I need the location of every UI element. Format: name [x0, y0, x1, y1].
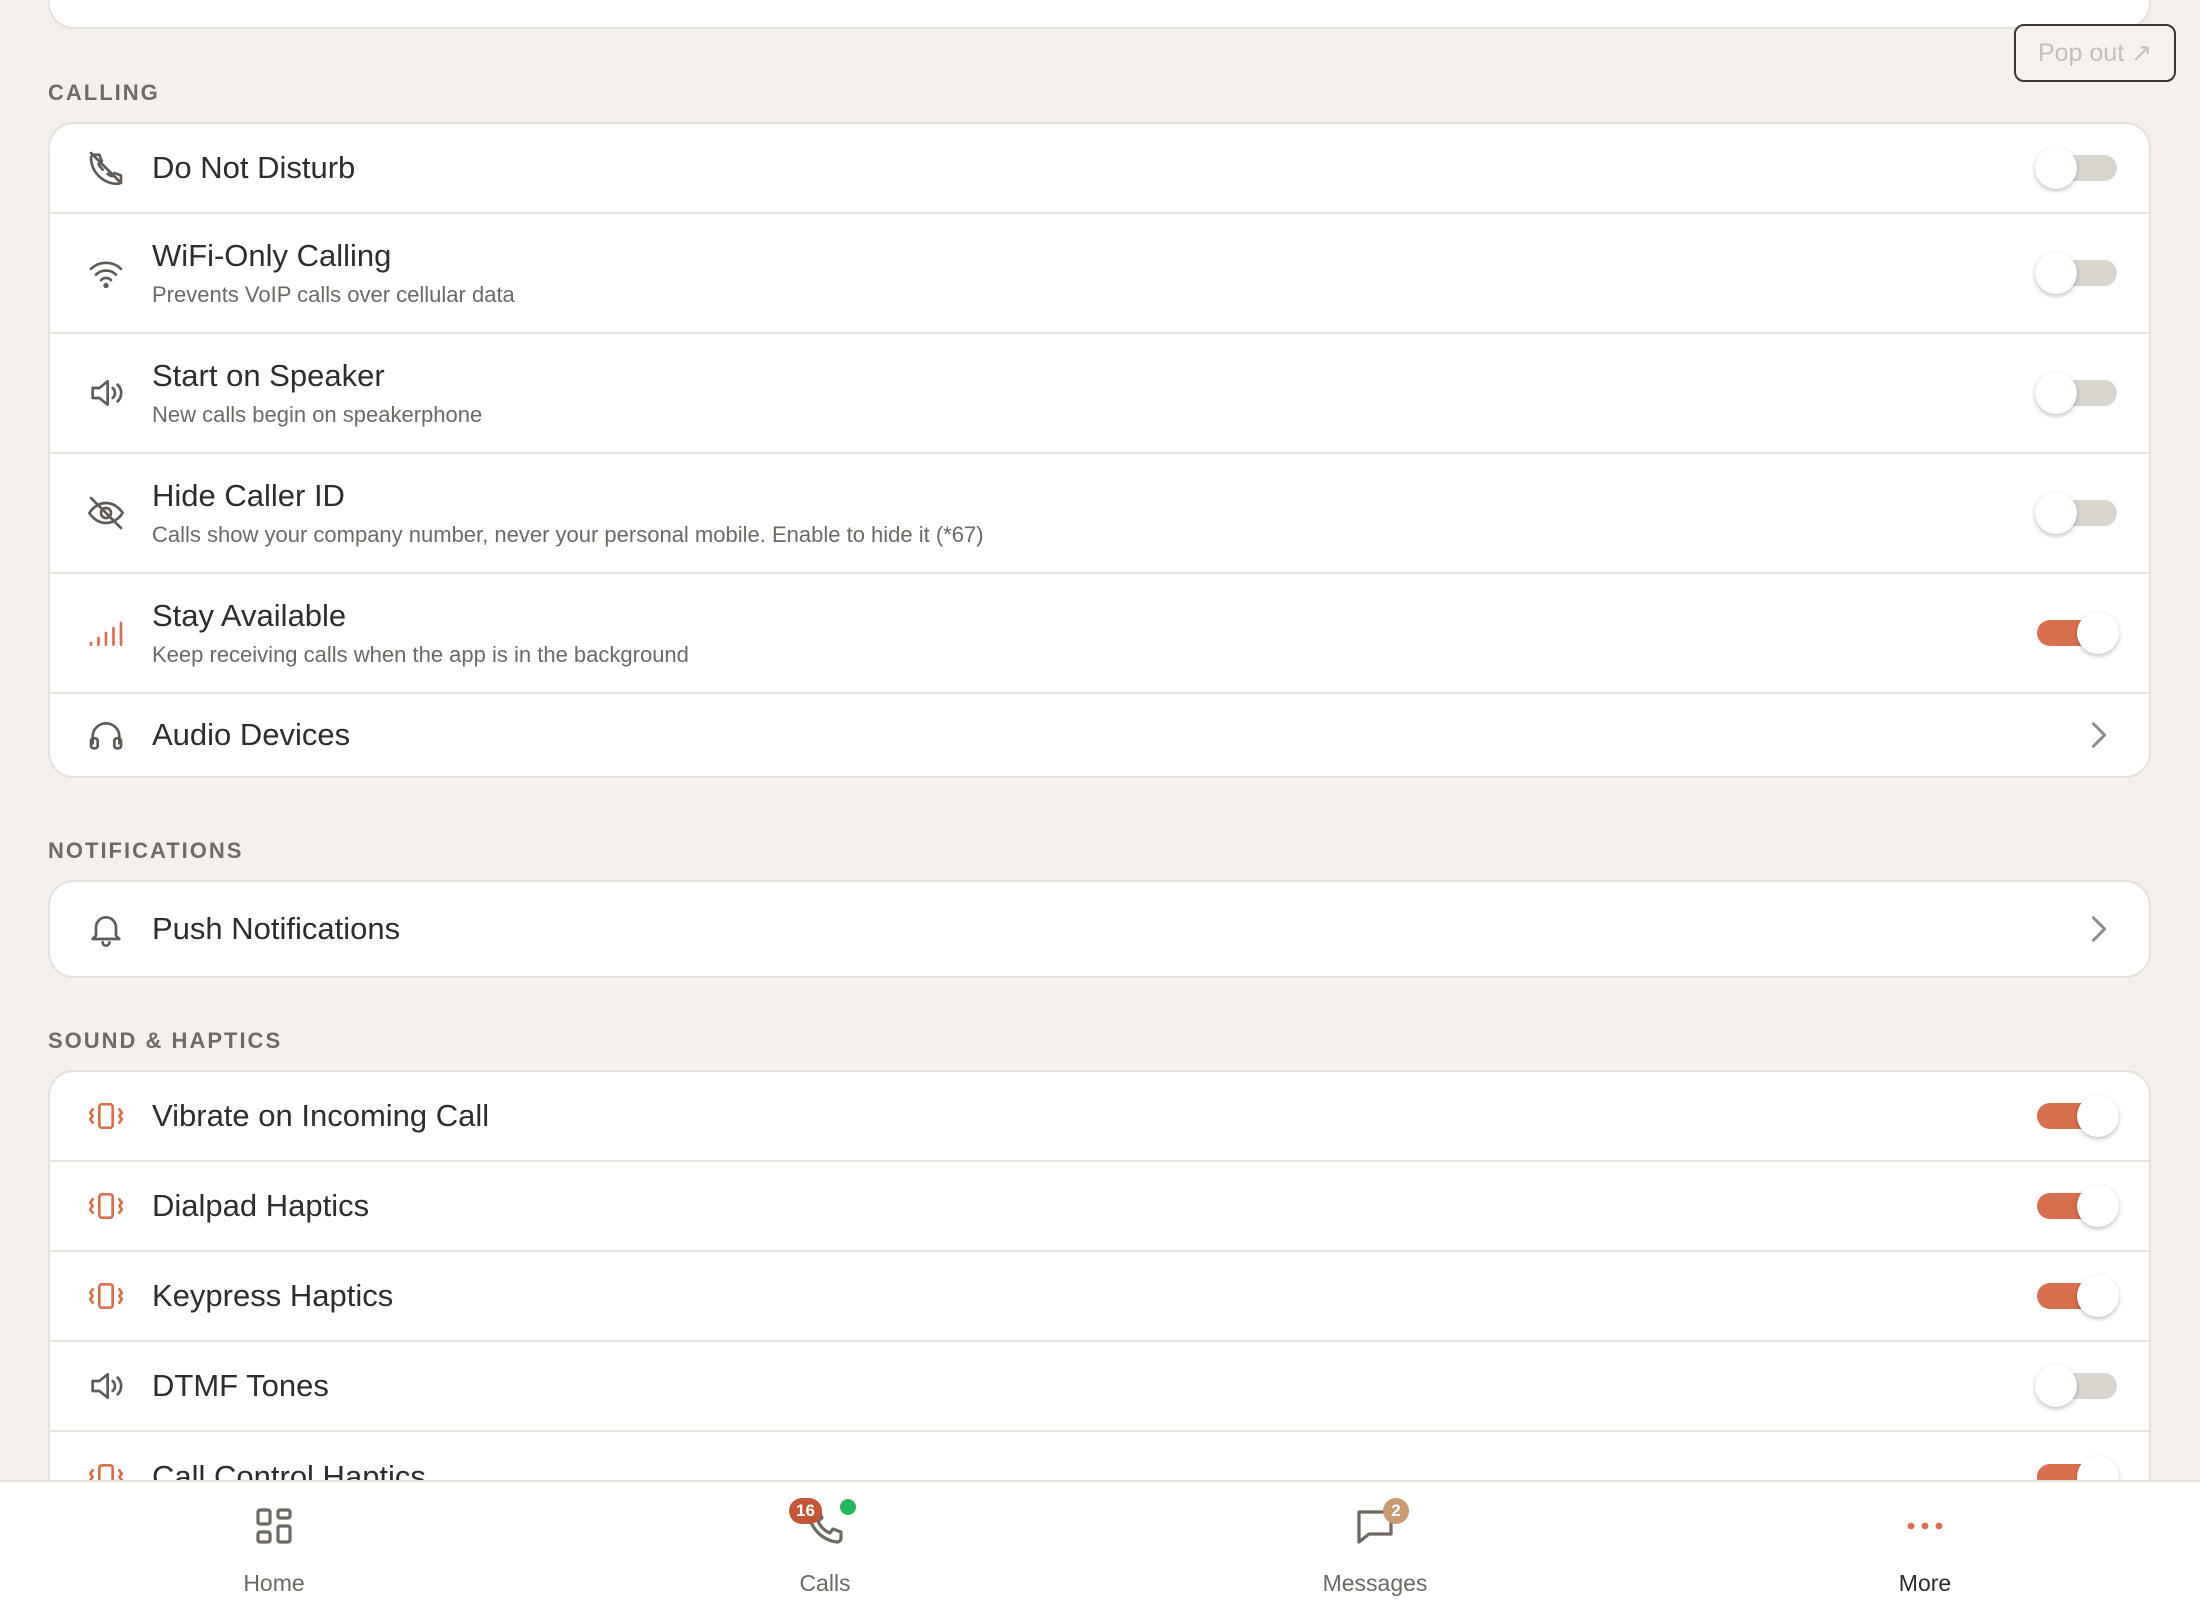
setting-label: Stay Available — [152, 598, 347, 633]
notifications-card: Push Notifications — [48, 880, 2151, 978]
speaker-icon — [86, 373, 126, 413]
dialpad-haptics-toggle[interactable] — [2037, 1185, 2119, 1227]
setting-label: DTMF Tones — [152, 1368, 329, 1403]
setting-description: New calls begin on speakerphone — [152, 402, 483, 427]
do-not-disturb-toggle[interactable] — [2035, 147, 2117, 189]
chevron-right-icon — [2087, 720, 2111, 750]
setting-start-on-speaker[interactable]: Start on Speaker New calls begin on spea… — [50, 334, 2149, 454]
calling-card: Do Not Disturb WiFi-Only Calling Prevent… — [48, 122, 2151, 778]
vibrate-icon — [86, 1457, 126, 1480]
tab-messages[interactable]: 2 Messages — [1225, 1482, 1525, 1600]
setting-label: Start on Speaker — [152, 358, 385, 393]
setting-hide-caller-id[interactable]: Hide Caller ID Calls show your company n… — [50, 454, 2149, 574]
section-title-notifications: NOTIFICATIONS — [48, 838, 244, 863]
tab-label: Calls — [799, 1570, 851, 1596]
setting-dialpad-haptics[interactable]: Dialpad Haptics — [50, 1162, 2149, 1252]
section-title-calling: CALLING — [48, 80, 160, 105]
section-title-sound-haptics: SOUND & HAPTICS — [48, 1028, 283, 1053]
setting-push-notifications[interactable]: Push Notifications — [50, 882, 2149, 976]
setting-keypress-haptics[interactable]: Keypress Haptics — [50, 1252, 2149, 1342]
signal-bars-icon — [86, 613, 126, 653]
vibrate-icon — [86, 1186, 126, 1226]
stay-available-toggle[interactable] — [2037, 612, 2119, 654]
calls-badge: 16 — [789, 1498, 822, 1524]
setting-label: Audio Devices — [152, 717, 351, 752]
vibrate-icon — [86, 1096, 126, 1136]
setting-wifi-only-calling[interactable]: WiFi-Only Calling Prevents VoIP calls ov… — [50, 214, 2149, 334]
setting-label: Hide Caller ID — [152, 478, 345, 513]
setting-stay-available[interactable]: Stay Available Keep receiving calls when… — [50, 574, 2149, 694]
dtmf-tones-toggle[interactable] — [2035, 1365, 2117, 1407]
setting-description: Keep receiving calls when the app is in … — [152, 642, 689, 667]
phone-off-icon — [86, 148, 126, 188]
eye-off-icon — [86, 493, 126, 533]
start-on-speaker-toggle[interactable] — [2035, 372, 2117, 414]
vibrate-icon — [86, 1276, 126, 1316]
setting-description: Prevents VoIP calls over cellular data — [152, 282, 515, 307]
tab-home[interactable]: Home — [124, 1482, 424, 1600]
tab-label: More — [1898, 1570, 1952, 1596]
tab-more[interactable]: More — [1775, 1482, 2075, 1600]
chevron-right-icon — [2087, 914, 2111, 944]
pop-out-button[interactable]: Pop out ↗ — [2014, 24, 2176, 82]
hide-caller-id-toggle[interactable] — [2035, 492, 2117, 534]
bell-icon — [86, 909, 126, 949]
previous-card — [48, 0, 2151, 29]
call-control-haptics-toggle[interactable] — [2037, 1456, 2119, 1480]
online-status-dot — [840, 1499, 856, 1515]
setting-dtmf-tones[interactable]: DTMF Tones — [50, 1342, 2149, 1432]
tab-calls[interactable]: 16 Calls — [675, 1482, 975, 1600]
setting-label: Call Control Haptics — [152, 1459, 426, 1480]
setting-label: Push Notifications — [152, 911, 401, 946]
tab-label: Messages — [1322, 1570, 1428, 1596]
bottom-tab-bar: Home 16 Calls 2 Messages More — [0, 1480, 2200, 1600]
tab-label: Home — [243, 1570, 305, 1596]
settings-scroll-area[interactable]: CALLING Do Not Disturb WiFi-Only Calling… — [0, 0, 2200, 1480]
grid-icon — [250, 1502, 298, 1550]
more-dots-icon — [1901, 1502, 1949, 1550]
speaker-icon — [86, 1366, 126, 1406]
setting-description: Calls show your company number, never yo… — [152, 522, 984, 547]
keypress-haptics-toggle[interactable] — [2037, 1275, 2119, 1317]
setting-audio-devices[interactable]: Audio Devices — [50, 694, 2149, 776]
setting-call-control-haptics[interactable]: Call Control Haptics — [50, 1432, 2149, 1480]
setting-label: Dialpad Haptics — [152, 1188, 370, 1223]
setting-label: Keypress Haptics — [152, 1278, 394, 1313]
setting-label: Do Not Disturb — [152, 150, 356, 185]
messages-badge: 2 — [1383, 1498, 1409, 1524]
wifi-only-calling-toggle[interactable] — [2035, 252, 2117, 294]
sound-haptics-card: Vibrate on Incoming Call Dialpad Haptics… — [48, 1070, 2151, 1480]
wifi-icon — [86, 253, 126, 293]
headphones-icon — [86, 715, 126, 755]
setting-do-not-disturb[interactable]: Do Not Disturb — [50, 124, 2149, 214]
setting-label: WiFi-Only Calling — [152, 238, 392, 273]
setting-vibrate-incoming-call[interactable]: Vibrate on Incoming Call — [50, 1072, 2149, 1162]
vibrate-incoming-call-toggle[interactable] — [2037, 1095, 2119, 1137]
setting-label: Vibrate on Incoming Call — [152, 1098, 490, 1133]
